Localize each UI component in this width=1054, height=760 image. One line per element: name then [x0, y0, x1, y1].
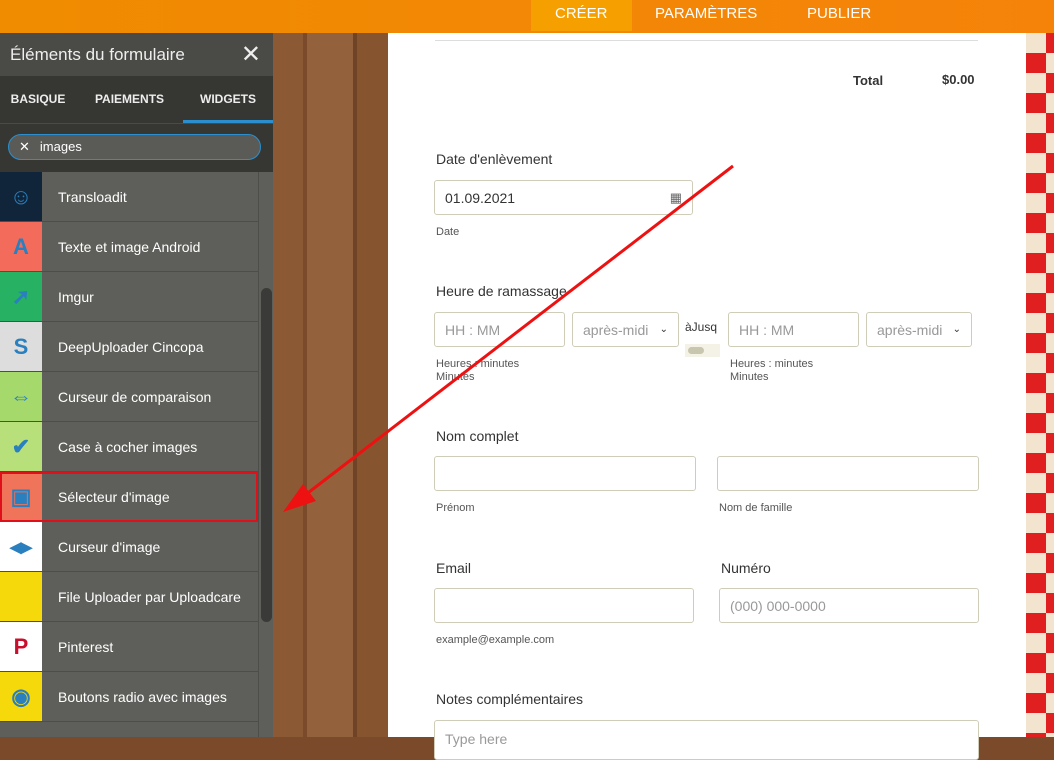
- red-arrow-annotation: [283, 164, 734, 512]
